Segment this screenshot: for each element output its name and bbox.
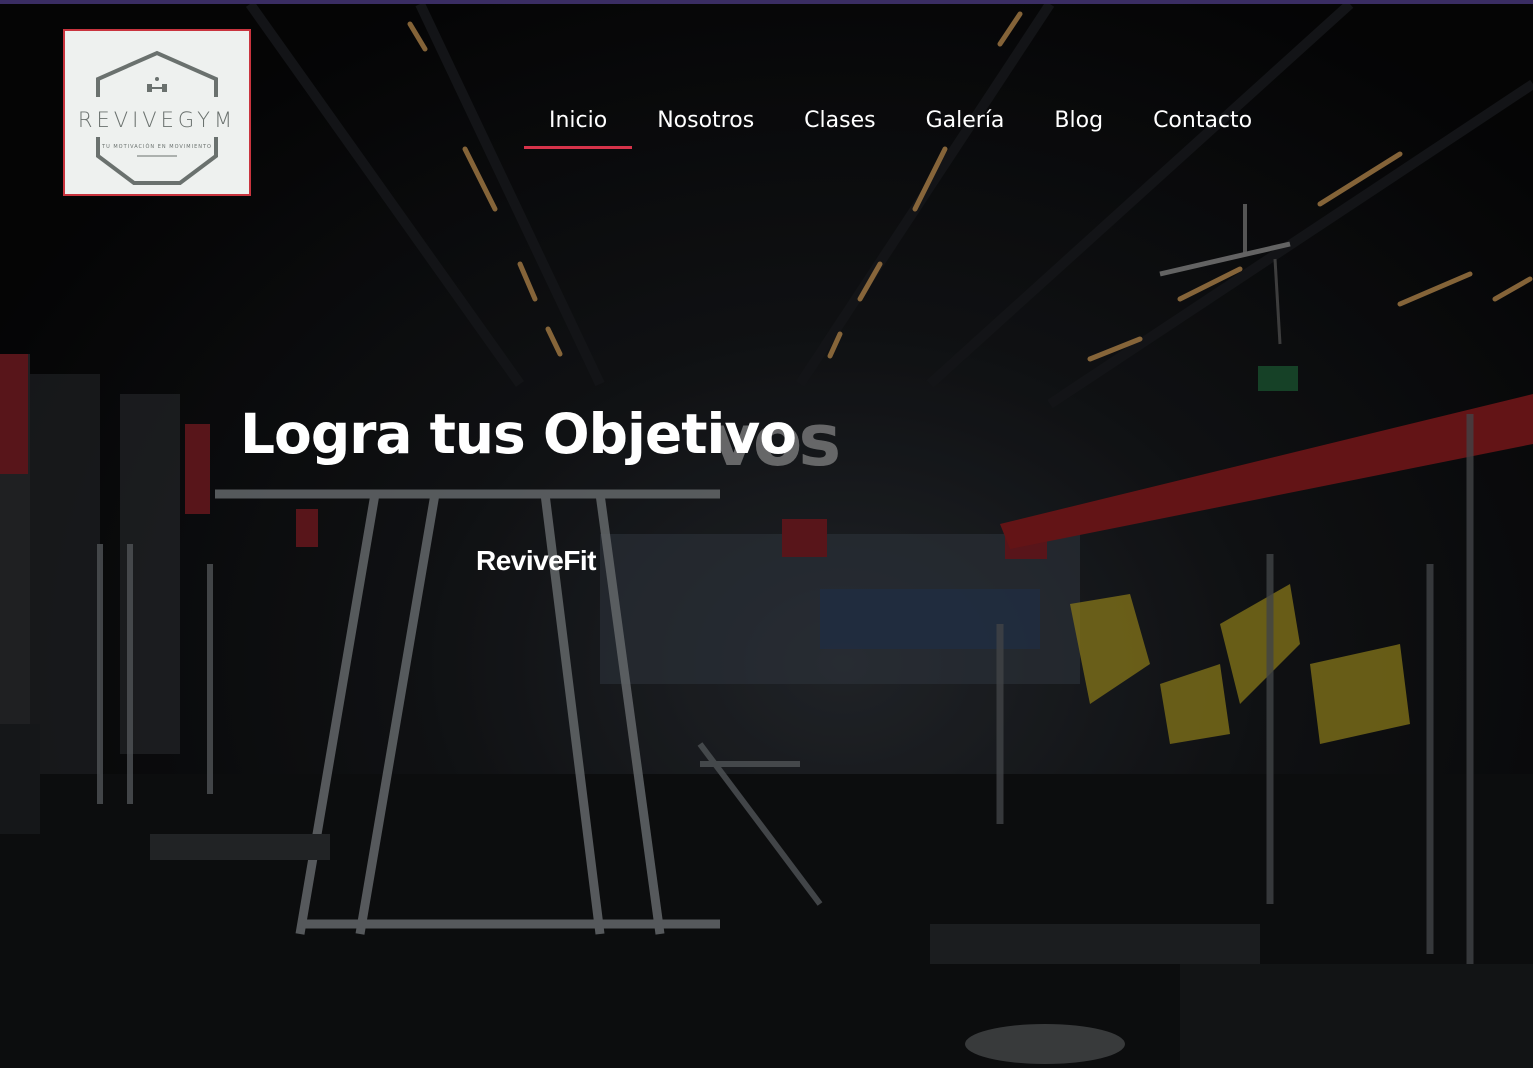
logo-tagline: TU MOTIVACIÓN EN MOVIMIENTO <box>102 144 212 150</box>
top-strip <box>0 0 1533 4</box>
nav-item-nosotros[interactable]: Nosotros <box>632 101 779 149</box>
nav-item-clases[interactable]: Clases <box>779 101 900 149</box>
hero-subtitle: ReviveFit <box>476 545 597 576</box>
page: REVIVEGYM TU MOTIVACIÓN EN MOVIMIENTO In… <box>0 0 1533 1068</box>
main-nav: Inicio Nosotros Clases Galería Blog Cont… <box>524 101 1277 153</box>
hero-title: Logra tus Objetivo <box>240 402 797 466</box>
logo[interactable]: REVIVEGYM TU MOTIVACIÓN EN MOVIMIENTO <box>63 29 251 196</box>
logo-wordmark: REVIVEGYM <box>77 108 237 132</box>
nav-item-contacto[interactable]: Contacto <box>1128 101 1277 149</box>
nav-item-inicio[interactable]: Inicio <box>524 101 633 149</box>
nav-item-galeria[interactable]: Galería <box>901 101 1030 149</box>
nav-item-blog[interactable]: Blog <box>1029 101 1128 149</box>
